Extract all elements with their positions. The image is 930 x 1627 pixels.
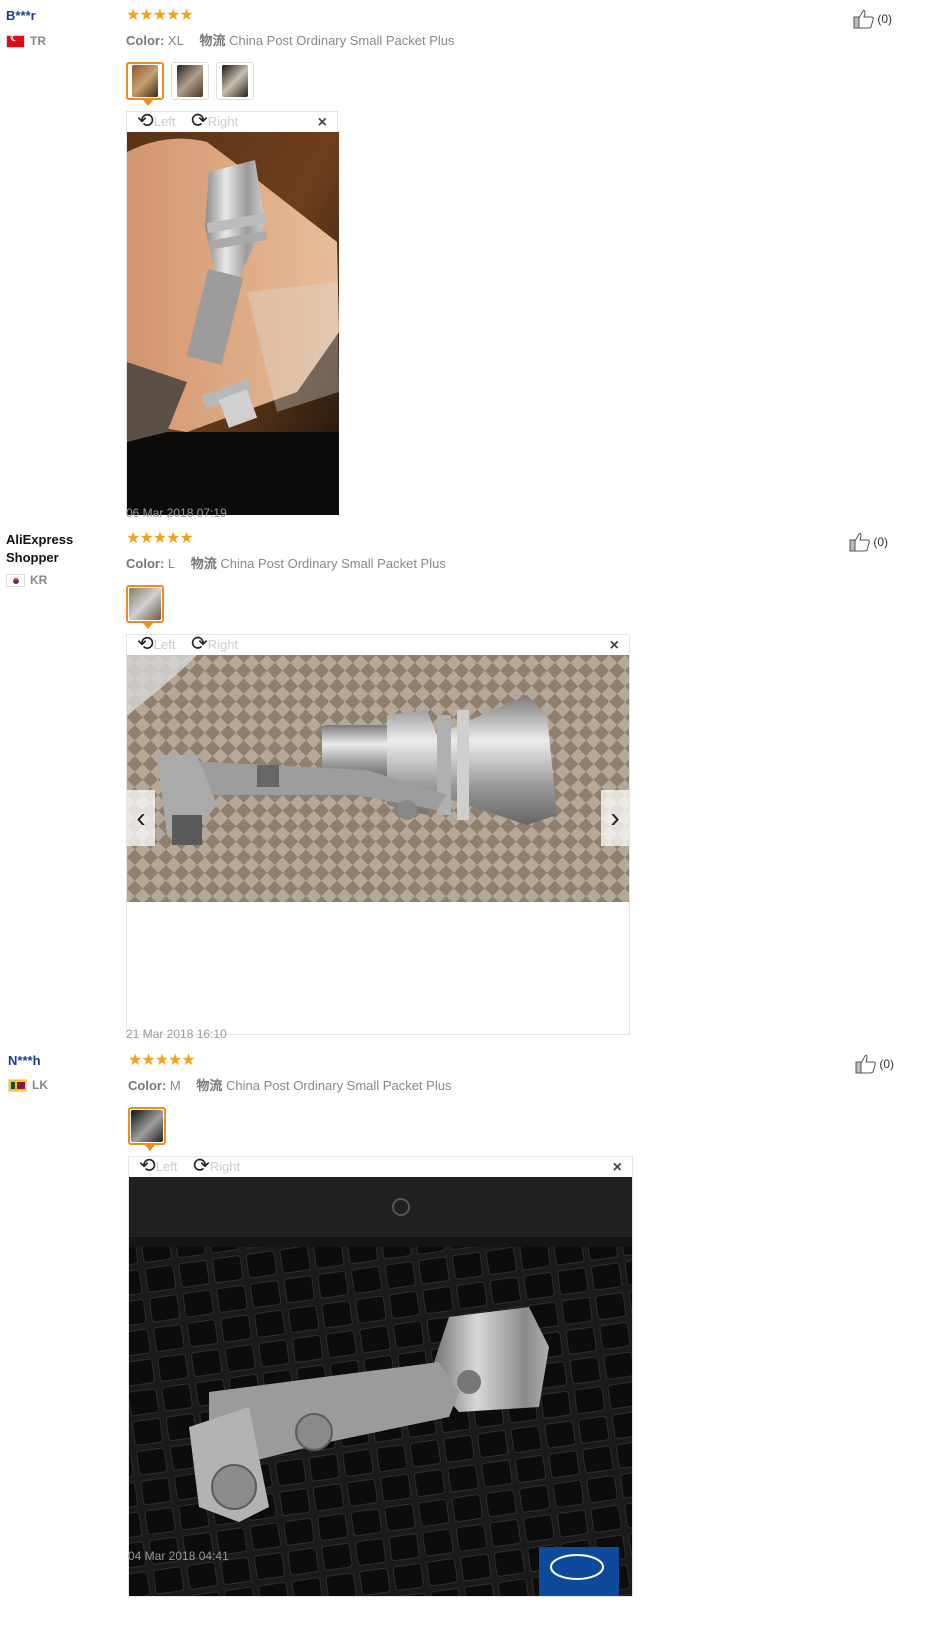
close-icon[interactable]: ×	[318, 114, 327, 132]
review-attributes: Color: L 物流 China Post Ordinary Small Pa…	[126, 553, 446, 572]
photo-viewer: ⟲ Left ⟳ Right ×	[126, 634, 630, 1035]
reviewer-country: LK	[8, 1078, 48, 1092]
photo-thumbnail[interactable]	[171, 62, 209, 100]
shipping-label: 物流	[199, 33, 226, 48]
rotate-left-icon: ⟲	[137, 110, 154, 132]
rotate-right-icon: ⟳	[191, 633, 208, 655]
rotate-right-button[interactable]: ⟳ Right	[191, 110, 239, 132]
photo-thumbnail[interactable]	[126, 62, 164, 106]
like-count: (0)	[877, 12, 892, 26]
rotate-right-label: Right	[207, 113, 239, 129]
shipping-value: China Post Ordinary Small Packet Plus	[220, 556, 446, 571]
close-icon[interactable]: ×	[613, 1159, 622, 1177]
review-photo[interactable]	[127, 655, 629, 902]
rotate-left-button[interactable]: ⟲ Left	[137, 633, 176, 655]
chevron-left-icon[interactable]: ‹	[127, 790, 155, 846]
like-button[interactable]: (0)	[849, 532, 888, 552]
rotate-right-button[interactable]: ⟳ Right	[191, 633, 239, 655]
rotate-left-label: Left	[153, 636, 176, 652]
reviewer-name[interactable]: B***r	[6, 8, 36, 23]
rotate-left-button[interactable]: ⟲ Left	[137, 110, 176, 132]
reviewer-name[interactable]: AliExpress Shopper	[6, 531, 106, 567]
color-label: Color:	[126, 33, 165, 48]
star-rating: ★★★★★	[128, 1052, 196, 1069]
viewer-toolbar: ⟲ Left ⟳ Right ×	[127, 110, 337, 132]
review-photo[interactable]	[127, 132, 339, 515]
reviewer-country: KR	[6, 573, 47, 587]
rotate-right-button[interactable]: ⟳ Right	[193, 1155, 241, 1177]
review-attributes: Color: XL 物流 China Post Ordinary Small P…	[126, 30, 455, 49]
rotate-right-icon: ⟳	[193, 1155, 210, 1177]
color-value: L	[167, 556, 176, 571]
star-rating: ★★★★★	[126, 7, 194, 24]
country-code: LK	[32, 1078, 48, 1092]
color-label: Color:	[128, 1078, 167, 1093]
review-photo[interactable]	[129, 1177, 632, 1596]
like-count: (0)	[879, 1057, 894, 1071]
rotate-right-icon: ⟳	[191, 110, 208, 132]
flag-icon	[8, 1078, 27, 1092]
review-date: 06 Mar 2018 07:19	[126, 506, 227, 520]
rotate-right-label: Right	[209, 1158, 241, 1174]
shipping-label: 物流	[190, 556, 217, 571]
thumbs-up-icon	[855, 1054, 877, 1074]
flag-icon	[6, 573, 25, 587]
shipping-label: 物流	[196, 1078, 223, 1093]
photo-thumbnail[interactable]	[216, 62, 254, 100]
like-button[interactable]: (0)	[855, 1054, 894, 1074]
photo-thumbnails	[128, 1107, 166, 1151]
photo-viewer: ⟲ Left ⟳ Right ×	[126, 110, 339, 515]
rotate-left-icon: ⟲	[137, 633, 154, 655]
review-date: 04 Mar 2018 04:41	[128, 1549, 229, 1563]
thumbs-up-icon	[853, 9, 875, 29]
color-value: XL	[167, 33, 184, 48]
shipping-value: China Post Ordinary Small Packet Plus	[229, 33, 455, 48]
rotate-left-button[interactable]: ⟲ Left	[139, 1155, 178, 1177]
rotate-left-label: Left	[153, 113, 176, 129]
review-attributes: Color: M 物流 China Post Ordinary Small Pa…	[128, 1075, 451, 1094]
like-button[interactable]: (0)	[853, 9, 892, 29]
photo-thumbnails	[126, 585, 164, 629]
viewer-toolbar: ⟲ Left ⟳ Right ×	[127, 633, 629, 655]
rotate-right-label: Right	[207, 636, 239, 652]
photo-thumbnail[interactable]	[126, 585, 164, 629]
star-rating: ★★★★★	[126, 530, 194, 547]
shipping-value: China Post Ordinary Small Packet Plus	[226, 1078, 452, 1093]
viewer-toolbar: ⟲ Left ⟳ Right ×	[129, 1155, 632, 1177]
reviewer-name[interactable]: N***h	[8, 1053, 41, 1068]
rotate-left-icon: ⟲	[139, 1155, 156, 1177]
photo-viewer: ⟲ Left ⟳ Right ×	[128, 1156, 633, 1597]
photo-thumbnail[interactable]	[128, 1107, 166, 1151]
chevron-right-icon[interactable]: ›	[601, 790, 629, 846]
rotate-left-label: Left	[155, 1158, 178, 1174]
thumbs-up-icon	[849, 532, 871, 552]
color-label: Color:	[126, 556, 165, 571]
close-icon[interactable]: ×	[610, 637, 619, 655]
like-count: (0)	[873, 535, 888, 549]
reviewer-country: TR	[6, 33, 46, 48]
country-code: KR	[30, 573, 48, 587]
review-date: 21 Mar 2018 16:10	[126, 1027, 227, 1041]
photo-thumbnails	[126, 62, 254, 106]
flag-icon	[6, 33, 25, 48]
country-code: TR	[30, 34, 46, 48]
color-value: M	[169, 1078, 181, 1093]
